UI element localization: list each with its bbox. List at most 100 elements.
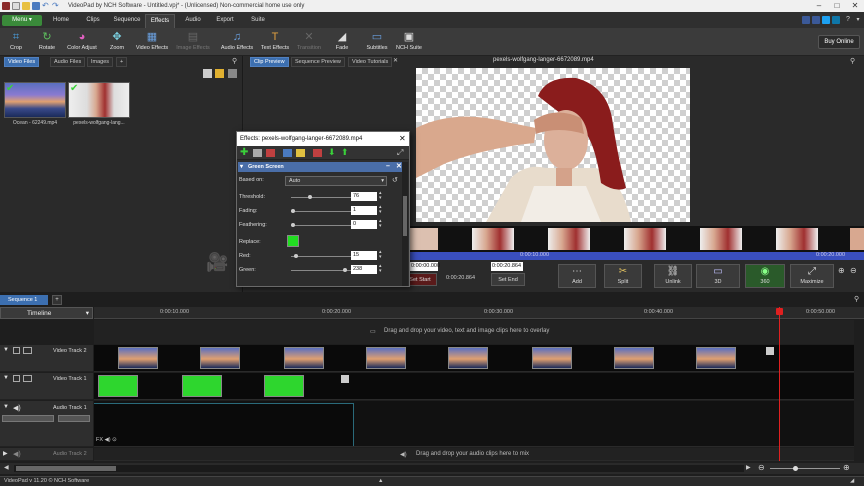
track-settings-icon[interactable] [23, 375, 32, 382]
tab-clip-preview[interactable]: Clip Preview [250, 57, 289, 67]
tab-sequence[interactable]: Sequence [110, 14, 144, 28]
close-dialog-icon[interactable]: ✕ [399, 134, 406, 143]
ocean-clip[interactable] [366, 347, 406, 369]
minimize-window-icon[interactable]: – [810, 0, 828, 12]
crop-button[interactable]: ⌗ Crop [2, 30, 30, 55]
facebook-icon[interactable] [812, 16, 820, 24]
zoom-in-icon[interactable]: ⊕ [838, 266, 848, 276]
save-icon[interactable] [32, 2, 40, 10]
track-visibility-icon[interactable] [13, 347, 20, 354]
pin-icon[interactable]: ⚲ [850, 57, 855, 65]
zoom-out-icon[interactable]: ⊖ [850, 266, 860, 276]
list-view-icon[interactable] [228, 69, 237, 78]
360-button[interactable]: ◉ 360 [745, 264, 785, 288]
close-window-icon[interactable]: ✕ [846, 0, 864, 12]
red-stepper[interactable]: ▴ ▾ [379, 250, 382, 260]
tab-clips[interactable]: Clips [78, 14, 108, 28]
green-screen-clip[interactable] [264, 375, 304, 397]
tab-effects[interactable]: Effects [145, 14, 175, 28]
clip-filmstrip[interactable] [410, 226, 864, 252]
ocean-thumbnail[interactable]: ✔ [4, 82, 66, 118]
brush-icon[interactable] [296, 149, 305, 157]
move-down-icon[interactable]: ⬇ [328, 147, 336, 158]
reset-icon[interactable]: ↺ [392, 176, 398, 184]
green-value[interactable]: 238 [351, 265, 377, 274]
set-start-time-field[interactable]: 0:00:00.000 [410, 262, 440, 271]
fade-button[interactable]: ◢ Fade [328, 30, 356, 55]
feathering-slider-knob[interactable] [291, 223, 295, 227]
horizontal-scrollbar[interactable] [14, 465, 744, 472]
timeline-zoom-slider[interactable] [770, 468, 840, 469]
green-screen-clip[interactable] [98, 375, 138, 397]
move-up-icon[interactable]: ⬆ [341, 147, 349, 158]
sequence-tab[interactable]: Sequence 1 [0, 295, 48, 305]
split-button[interactable]: ✂ Split [604, 264, 642, 288]
keyframe-icon[interactable] [313, 149, 322, 157]
timeline-view-select[interactable]: Timeline ▾ [0, 307, 93, 319]
speaker-icon[interactable]: ◀) [13, 404, 21, 412]
green-stepper[interactable]: ▴ ▾ [379, 264, 382, 274]
video-track-1-lane[interactable] [94, 373, 854, 400]
redo-icon[interactable]: ↷ [52, 2, 60, 10]
add-sequence-tab[interactable]: + [52, 295, 62, 305]
pin-icon[interactable]: ⚲ [232, 57, 240, 65]
woman-thumbnail[interactable]: ✔ [68, 82, 130, 118]
tab-suite[interactable]: Suite [243, 14, 273, 28]
dialog-scrollbar[interactable] [402, 162, 408, 286]
scrollbar-thumb[interactable] [403, 196, 407, 236]
set-end-time-field[interactable]: 0:00:20.864 [491, 262, 523, 271]
fading-slider[interactable] [291, 211, 351, 212]
thumbs-up-icon[interactable] [802, 16, 810, 24]
linkedin-icon[interactable] [832, 16, 840, 24]
resize-grip-icon[interactable]: ◢ [850, 477, 854, 486]
speaker-icon[interactable]: ◀) [13, 450, 21, 458]
menu-button[interactable]: Menu ▾ [2, 15, 42, 26]
audio-effects-button[interactable]: ♫ Audio Effects [218, 30, 256, 55]
green-slider-knob[interactable] [343, 268, 348, 272]
tab-video-files[interactable]: Video Files [4, 57, 40, 67]
scroll-left-icon[interactable]: ◀ [4, 464, 9, 471]
green-slider[interactable] [291, 270, 351, 271]
ocean-clip[interactable] [448, 347, 488, 369]
scroll-right-icon[interactable]: ▶ [746, 464, 751, 471]
transition-button[interactable]: ✕ Transition [294, 30, 324, 55]
track-settings-icon[interactable] [23, 347, 32, 354]
collapse-section-icon[interactable]: ▾ [240, 162, 243, 172]
add-effect-icon[interactable]: ✚ [240, 148, 248, 158]
undo-icon[interactable]: ↶ [42, 2, 50, 10]
clip-scrubber[interactable]: 0:00:10.000 0:00:20.000 [410, 252, 864, 260]
add-bin-tab[interactable]: + [116, 57, 128, 67]
expand-up-icon[interactable]: ▲ [378, 477, 383, 486]
save-preset-icon[interactable] [283, 149, 292, 157]
collapse-track-icon[interactable]: ▼ [3, 375, 9, 381]
3d-button[interactable]: ▭ 3D [696, 264, 740, 288]
close-tab-icon[interactable]: ✕ [393, 57, 398, 64]
tab-audio[interactable]: Audio [178, 14, 208, 28]
clip-end-handle[interactable] [766, 347, 774, 355]
tab-home[interactable]: Home [46, 14, 76, 28]
pin-icon[interactable]: ⚲ [854, 295, 859, 303]
twitter-icon[interactable] [822, 16, 830, 24]
new-file-icon[interactable] [12, 2, 20, 10]
tab-export[interactable]: Export [210, 14, 240, 28]
video-effects-button[interactable]: ▦ Video Effects [134, 30, 170, 55]
zoom-slider-knob[interactable] [793, 466, 798, 471]
overlay-drop-zone[interactable]: ▭ Drag and drop your video, text and ima… [94, 320, 854, 344]
unlink-button[interactable]: ⛓ Unlink [654, 264, 692, 288]
green-screen-section[interactable]: ▾ Green Screen – ✕ [238, 162, 408, 172]
time-ruler[interactable]: 0:00:10.000 0:00:20.000 0:00:30.000 0:00… [94, 307, 864, 319]
feathering-stepper[interactable]: ▴ ▾ [379, 219, 382, 229]
zoom-in-icon[interactable]: ⊕ [843, 463, 850, 472]
fading-value[interactable]: 1 [351, 206, 377, 215]
collapse-track-icon[interactable]: ▼ [3, 404, 9, 410]
threshold-slider-knob[interactable] [307, 195, 312, 199]
red-slider[interactable] [291, 256, 351, 257]
timeline-playhead[interactable] [779, 307, 780, 461]
text-effects-button[interactable]: T Text Effects [258, 30, 292, 55]
volume-slider[interactable] [2, 415, 54, 422]
threshold-value[interactable]: 76 [351, 192, 377, 201]
audio-clip[interactable] [94, 403, 354, 446]
rotate-button[interactable]: ↻ Rotate [32, 30, 62, 55]
ocean-clip[interactable] [284, 347, 324, 369]
threshold-stepper[interactable]: ▴ ▾ [379, 191, 382, 201]
